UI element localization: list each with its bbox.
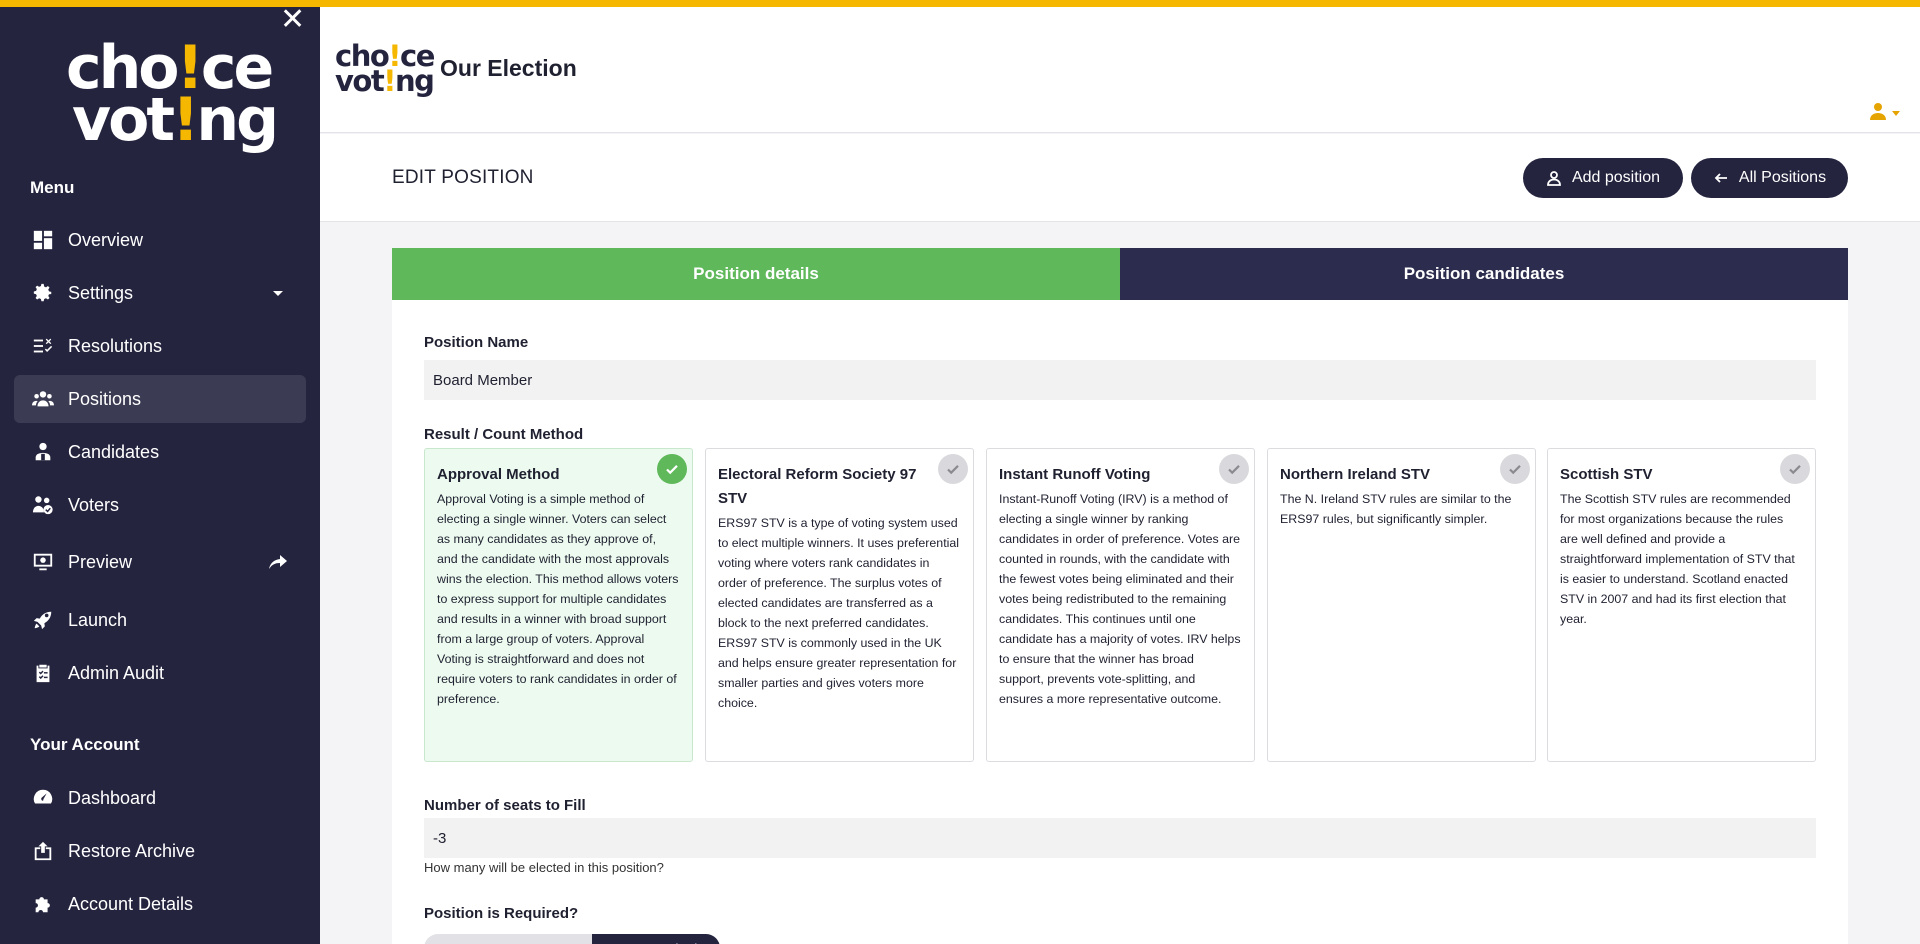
sidebar-item-label: Account Details	[68, 893, 194, 914]
position-name-label: Position Name	[424, 334, 529, 351]
sidebar-item-label: Settings	[68, 282, 134, 303]
required-label: Position is Required?	[424, 905, 579, 922]
candidate-icon	[32, 441, 54, 463]
top-header: cho!ce vot!ng Our Election	[320, 7, 1920, 133]
gauge-icon	[32, 787, 54, 809]
position-name-input[interactable]: Board Member	[424, 360, 1816, 400]
arrow-left-icon	[1714, 173, 1727, 183]
method-title: Electoral Reform Society 97 STV	[718, 466, 917, 507]
election-title: Our Election	[440, 55, 577, 81]
checkmark-icon	[657, 454, 687, 484]
method-card-ni-stv[interactable]: Northern Ireland STV The N. Ireland STV …	[1267, 448, 1536, 762]
voters-icon	[32, 494, 54, 516]
method-description: Approval Voting is a simple method of el…	[437, 492, 679, 706]
method-title: Approval Method	[437, 466, 560, 483]
monitor-icon	[32, 551, 54, 573]
seats-input[interactable]: -3	[424, 818, 1816, 858]
sidebar-item-candidates[interactable]: Candidates	[14, 428, 306, 476]
method-title: Instant Runoff Voting	[999, 466, 1151, 483]
sidebar-item-restore-archive[interactable]: Restore Archive	[14, 827, 306, 875]
sidebar-item-label: Candidates	[68, 441, 160, 462]
archive-upload-icon	[32, 840, 54, 862]
share-arrow-icon	[268, 552, 288, 572]
sidebar-item-label: Voters	[68, 494, 120, 515]
method-description: Instant-Runoff Voting (IRV) is a method …	[999, 492, 1241, 706]
sidebar-item-label: Dashboard	[68, 787, 157, 808]
checkmark-icon	[938, 454, 968, 484]
checkmark-icon	[1500, 454, 1530, 484]
method-description: The Scottish STV rules are recommended f…	[1560, 492, 1795, 626]
checkmark-icon	[1219, 454, 1249, 484]
top-accent-bar	[0, 0, 1920, 7]
user-outline-icon	[1547, 171, 1561, 186]
rocket-icon	[32, 609, 54, 631]
sidebar-item-label: Launch	[68, 609, 128, 630]
method-title: Scottish STV	[1560, 466, 1653, 483]
choice-voting-logo[interactable]: cho!ce vot!ng	[66, 38, 279, 152]
sidebar-item-label: Overview	[68, 229, 144, 250]
all-positions-label: All Positions	[1738, 169, 1827, 186]
sidebar-item-resolutions[interactable]: Resolutions	[14, 322, 306, 370]
method-card-scottish-stv[interactable]: Scottish STV The Scottish STV rules are …	[1547, 448, 1816, 762]
method-card-ers97[interactable]: Electoral Reform Society 97 STV ERS97 ST…	[705, 448, 974, 762]
gear-icon	[32, 282, 54, 304]
count-method-label: Result / Count Method	[424, 426, 584, 443]
add-position-button[interactable]: Add position	[1523, 158, 1683, 198]
sidebar-item-label: Admin Audit	[68, 662, 165, 683]
add-position-label: Add position	[1571, 169, 1661, 186]
sidebar-item-account-details[interactable]: Account Details	[14, 880, 306, 928]
required-no-option[interactable]: No, not required	[592, 934, 720, 944]
method-title: Northern Ireland STV	[1280, 466, 1431, 483]
clipboard-icon	[32, 662, 54, 684]
sidebar-item-settings[interactable]: Settings	[14, 269, 306, 317]
overview-icon	[32, 229, 54, 251]
checklist-icon	[32, 335, 54, 357]
sidebar-item-preview[interactable]: Preview	[14, 538, 306, 586]
sidebar-item-dashboard[interactable]: Dashboard	[14, 774, 306, 822]
sidebar-item-label: Restore Archive	[68, 840, 196, 861]
all-positions-button[interactable]: All Positions	[1691, 158, 1848, 198]
seats-help-text: How many will be elected in this positio…	[424, 860, 664, 875]
caret-down-icon	[1892, 110, 1900, 116]
sidebar-item-overview[interactable]: Overview	[14, 216, 306, 264]
position-form-card: Position details Position candidates Pos…	[392, 248, 1848, 944]
sidebar-item-admin-audit[interactable]: Admin Audit	[14, 649, 306, 697]
user-menu-button[interactable]	[1868, 102, 1908, 124]
required-yes-option[interactable]: Yes, voters must vote	[424, 934, 592, 944]
page-toolbar: EDIT POSITION Add position All Positions	[320, 134, 1920, 222]
sidebar-item-label: Preview	[68, 551, 133, 572]
method-card-approval[interactable]: Approval Method Approval Voting is a sim…	[424, 448, 693, 762]
checkmark-icon	[1780, 454, 1810, 484]
account-heading: Your Account	[30, 735, 140, 754]
tab-position-details[interactable]: Position details	[392, 248, 1120, 300]
sidebar-item-launch[interactable]: Launch	[14, 596, 306, 644]
menu-heading: Menu	[30, 178, 75, 197]
sidebar-item-positions[interactable]: Positions	[14, 375, 306, 423]
method-description: The N. Ireland STV rules are similar to …	[1280, 492, 1512, 526]
required-toggle[interactable]: Yes, voters must vote No, not required	[424, 934, 720, 944]
header-logo[interactable]: cho!ce vot!ng	[335, 42, 435, 100]
people-icon	[32, 388, 54, 410]
page-title: EDIT POSITION	[392, 167, 534, 188]
sidebar-item-label: Positions	[68, 388, 142, 409]
close-sidebar-button[interactable]: ✕	[280, 5, 305, 35]
chevron-down-icon	[268, 283, 288, 303]
puzzle-icon	[32, 893, 54, 915]
seats-label: Number of seats to Fill	[424, 797, 586, 814]
sidebar: ✕ cho!ce vot!ng Menu Overview Settings R…	[0, 0, 320, 944]
method-card-irv[interactable]: Instant Runoff Voting Instant-Runoff Vot…	[986, 448, 1255, 762]
user-icon	[1868, 101, 1888, 126]
sidebar-item-label: Resolutions	[68, 335, 163, 356]
tab-position-candidates[interactable]: Position candidates	[1120, 248, 1848, 300]
sidebar-item-voters[interactable]: Voters	[14, 481, 306, 529]
method-description: ERS97 STV is a type of voting system use…	[718, 516, 960, 710]
